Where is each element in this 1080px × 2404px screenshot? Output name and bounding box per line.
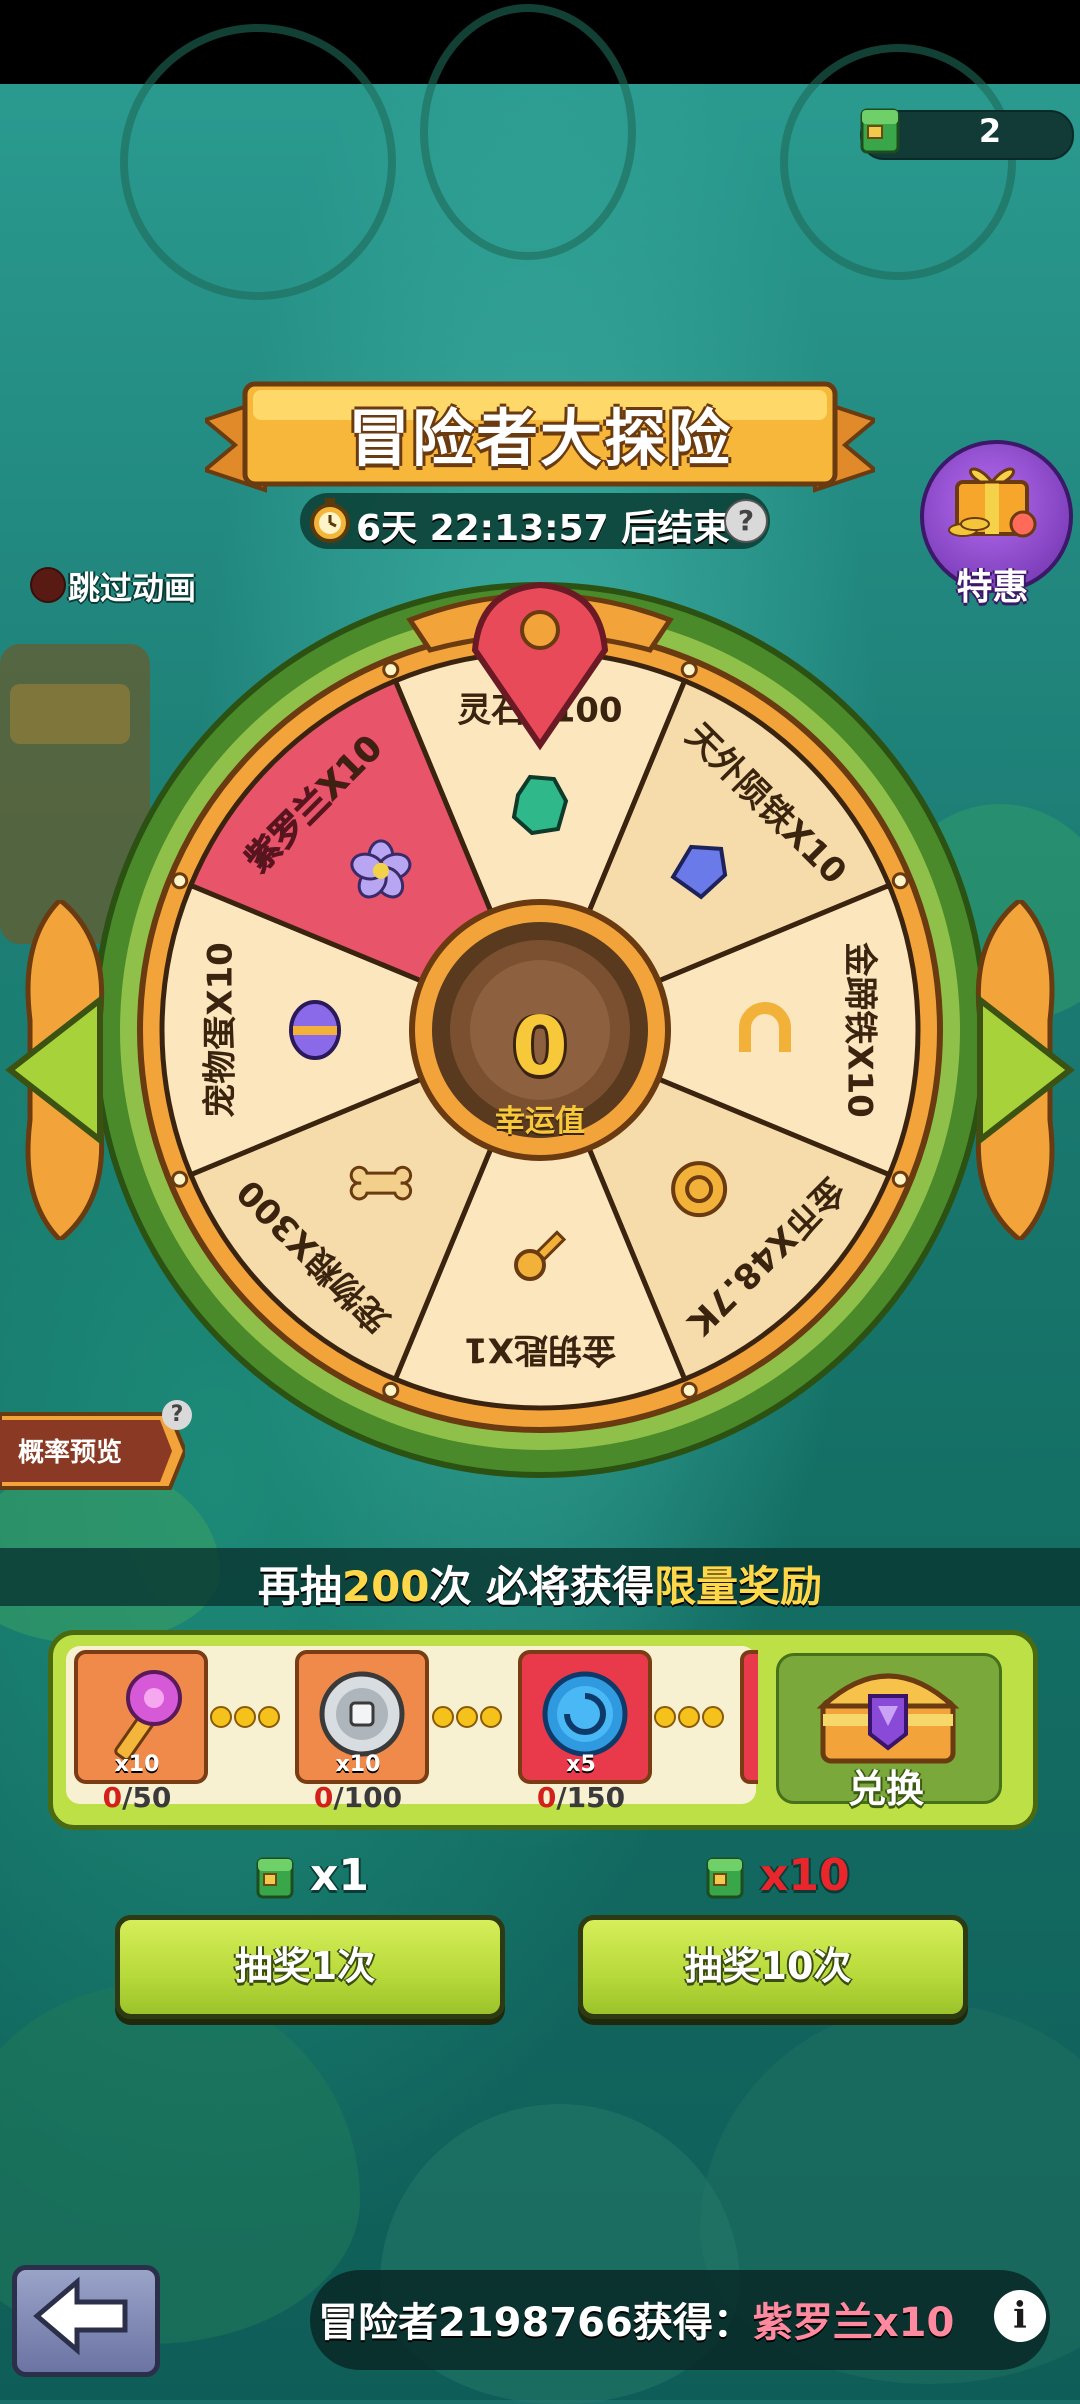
stopwatch-icon — [310, 498, 350, 543]
luck-label: 幸运值 — [495, 1104, 585, 1139]
back-arrow-icon — [33, 2276, 128, 2356]
progress-dot — [258, 1706, 280, 1728]
milestone-progress-1: 0/50 — [102, 1781, 172, 1814]
next-reward-card-peek — [740, 1650, 758, 1784]
countdown-timer: 6天 22:13:57 后结束 — [356, 508, 730, 549]
rim-bolt — [171, 1170, 189, 1188]
info-icon[interactable]: i — [994, 2290, 1046, 2342]
pet-bone-icon — [349, 1165, 413, 1201]
wheel-segment-label: 金钥匙X1 — [464, 1330, 617, 1370]
treasure-chest-icon — [816, 1673, 960, 1764]
gold-coin-icon — [671, 1161, 728, 1218]
progress-dot — [678, 1706, 700, 1728]
announcement-prefix: 冒险者2198766获得： — [318, 2300, 753, 2346]
event-title: 冒险者大探险 — [347, 402, 732, 475]
previous-arrow-button[interactable] — [0, 900, 120, 1240]
ticket-icon — [256, 1857, 294, 1899]
milestone-progress-2: 0/100 — [313, 1781, 403, 1814]
ticket-icon — [860, 108, 900, 154]
wheel-segment-label: 金蹄铁X10 — [840, 941, 880, 1118]
milestone-qty-1: x10 — [114, 1752, 160, 1777]
milestone-qty-3: x5 — [566, 1752, 596, 1777]
milestone-progress-3: 0/150 — [536, 1781, 626, 1814]
progress-dot — [480, 1706, 502, 1728]
limit-reward: 限量奖励 — [654, 1562, 823, 1611]
exchange-label[interactable]: 兑换 — [776, 1758, 996, 1813]
limit-prefix: 再抽 — [257, 1562, 342, 1611]
next-arrow-button[interactable] — [960, 900, 1080, 1240]
progress-dot — [210, 1706, 232, 1728]
timer-help-icon[interactable]: ? — [724, 499, 768, 543]
draw-once-label[interactable]: 抽奖1次 — [115, 1935, 495, 1990]
limit-count: 200 — [341, 1562, 430, 1611]
progress-dot — [702, 1706, 724, 1728]
back-button[interactable] — [12, 2265, 160, 2377]
single-draw-cost: x1 — [310, 1850, 369, 1901]
draw-ten-label[interactable]: 抽奖10次 — [578, 1935, 958, 1990]
progress-dot — [234, 1706, 256, 1728]
rim-bolt — [171, 872, 189, 890]
rim-bolt — [891, 1170, 909, 1188]
limit-reward-text: 再抽200次 必将获得限量奖励 — [0, 1553, 1080, 1614]
probability-help-icon[interactable]: ? — [162, 1400, 192, 1430]
skip-animation-toggle[interactable] — [30, 567, 66, 603]
rim-bolt — [680, 1381, 698, 1399]
announcement-reward: 紫罗兰x10 — [752, 2300, 955, 2346]
wheel-segment-label: 宠物蛋X10 — [201, 942, 241, 1118]
rim-bolt — [382, 661, 400, 679]
milestone-qty-2: x10 — [335, 1752, 381, 1777]
ten-draw-cost: x10 — [760, 1850, 850, 1901]
probability-preview-label[interactable]: 概率预览 — [18, 1432, 122, 1469]
pet-egg-icon — [289, 1000, 341, 1060]
ticket-count: 2 — [978, 112, 1002, 150]
rim-bolt — [680, 661, 698, 679]
announcement-text: 冒险者2198766获得：紫罗兰x10 — [318, 2290, 1018, 2348]
progress-dot — [432, 1706, 454, 1728]
rim-bolt — [891, 872, 909, 890]
ticket-icon — [706, 1857, 744, 1899]
progress-dot — [456, 1706, 478, 1728]
limit-middle: 次 必将获得 — [429, 1562, 655, 1611]
gift-box-icon — [948, 467, 1037, 538]
progress-dot — [654, 1706, 676, 1728]
rim-bolt — [382, 1381, 400, 1399]
luck-value: 0 — [512, 1000, 568, 1093]
